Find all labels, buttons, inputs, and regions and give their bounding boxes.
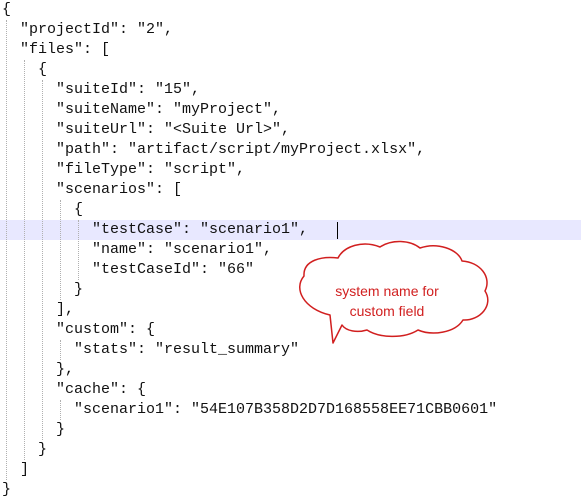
indent-guide-files <box>24 60 25 460</box>
code-line-14: "testCaseId": "66" <box>0 260 581 280</box>
code-line-16: ], <box>0 300 581 320</box>
code-line-3: "files": [ <box>0 40 581 60</box>
code-line-18: "stats": "result_summary" <box>0 340 581 360</box>
code-line-12-current[interactable]: "testCase": "scenario1", <box>0 220 581 240</box>
callout-text-line-1: system name for <box>335 283 439 299</box>
code-line-8: "path": "artifact/script/myProject.xlsx"… <box>0 140 581 160</box>
code-editor[interactable]: { "projectId": "2", "files": [ { "suiteI… <box>0 0 581 502</box>
code-line-2: "projectId": "2", <box>0 20 581 40</box>
callout-text: system name for custom field <box>318 281 456 321</box>
code-line-1-text: { <box>2 1 12 18</box>
code-line-14-text: "testCaseId": "66" <box>2 261 255 278</box>
callout-text-line-2: custom field <box>349 303 425 319</box>
code-line-22: } <box>0 420 581 440</box>
indent-guide-file-object <box>42 80 43 440</box>
code-line-25: } <box>0 480 581 500</box>
indent-guide-scenarios <box>60 200 61 300</box>
code-line-9-text: "fileType": "script", <box>2 161 246 178</box>
code-line-7: "suiteUrl": "<Suite Url>", <box>0 120 581 140</box>
code-line-10-text: "scenarios": [ <box>2 181 183 198</box>
code-line-20: "cache": { <box>0 380 581 400</box>
code-line-11: { <box>0 200 581 220</box>
code-line-8-text: "path": "artifact/script/myProject.xlsx"… <box>2 141 426 158</box>
code-line-4: { <box>0 60 581 80</box>
code-line-5-text: "suiteId": "15", <box>2 81 201 98</box>
code-line-1: { <box>0 0 581 20</box>
code-line-13: "name": "scenario1", <box>0 240 581 260</box>
code-line-25-text: } <box>2 481 12 498</box>
code-line-10: "scenarios": [ <box>0 180 581 200</box>
code-line-24: ] <box>0 460 581 480</box>
code-line-23: } <box>0 440 581 460</box>
text-caret <box>337 222 338 239</box>
code-line-12-text: "testCase": "scenario1", <box>2 221 309 238</box>
code-line-9: "fileType": "script", <box>0 160 581 180</box>
code-line-16-text: ], <box>2 301 75 318</box>
indent-guide-root <box>6 20 7 480</box>
indent-guide-scenario-object <box>78 220 79 280</box>
code-line-19: }, <box>0 360 581 380</box>
code-line-3-text: "files": [ <box>2 41 111 58</box>
code-line-19-text: }, <box>2 361 75 378</box>
code-line-17: "custom": { <box>0 320 581 340</box>
code-line-5: "suiteId": "15", <box>0 80 581 100</box>
code-line-21-text: "scenario1": "54E107B358D2D7D168558EE71C… <box>2 401 498 418</box>
code-line-22-text: } <box>2 421 66 438</box>
indent-guide-cache <box>60 400 61 420</box>
code-line-18-text: "stats": "result_summary" <box>2 341 300 358</box>
code-line-2-text: "projectId": "2", <box>2 21 174 38</box>
code-line-21: "scenario1": "54E107B358D2D7D168558EE71C… <box>0 400 581 420</box>
code-line-6: "suiteName": "myProject", <box>0 100 581 120</box>
code-line-6-text: "suiteName": "myProject", <box>2 101 282 118</box>
code-line-15: } <box>0 280 581 300</box>
code-line-7-text: "suiteUrl": "<Suite Url>", <box>2 121 291 138</box>
indent-guide-custom <box>60 340 61 360</box>
